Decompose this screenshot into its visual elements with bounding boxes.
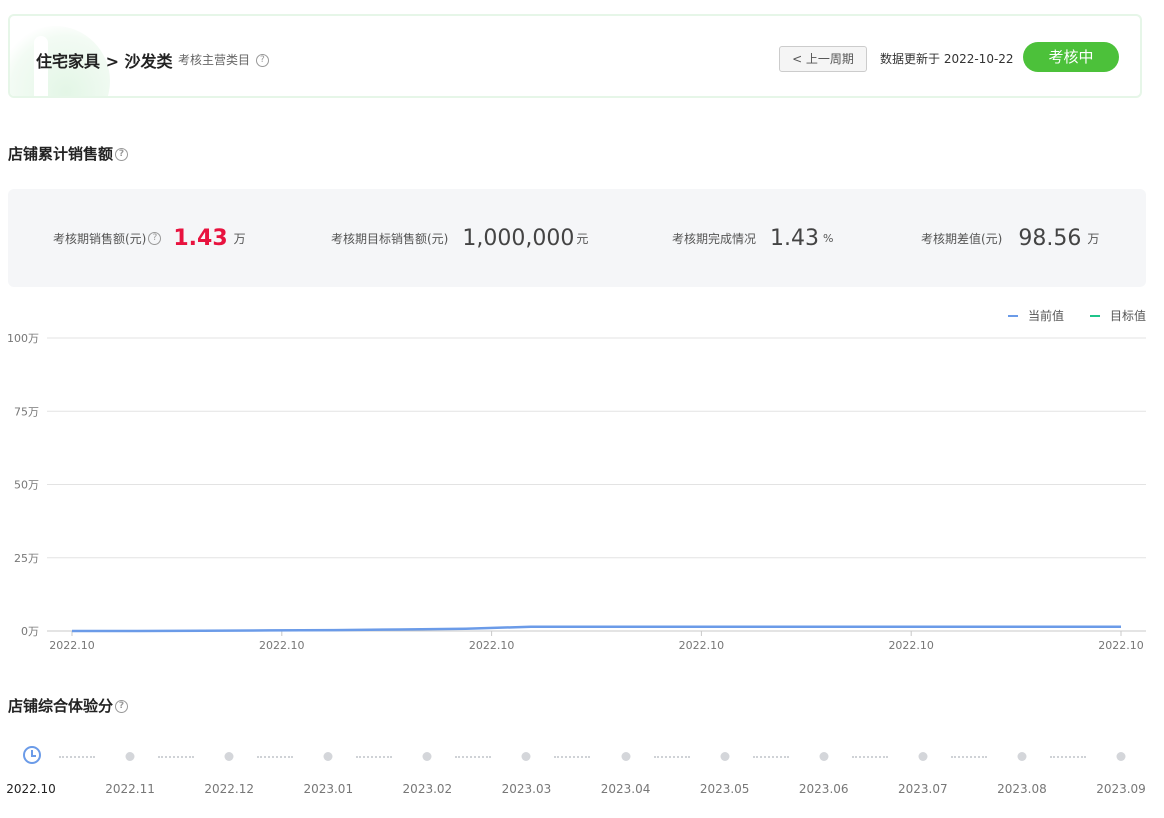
y-tick-label: 25万	[14, 552, 39, 565]
timeline-connector	[158, 756, 195, 758]
y-tick-label: 75万	[14, 405, 39, 418]
stat-label: 考核期差值(元)	[921, 231, 1003, 246]
timeline-dot[interactable]	[224, 752, 234, 761]
timeline-connector	[752, 756, 789, 758]
timeline-label[interactable]: 2023.06	[799, 782, 849, 796]
stat-label: 考核期目标销售额(元)	[331, 231, 449, 246]
score-section-title-text: 店铺综合体验分	[8, 697, 114, 715]
legend-swatch	[1090, 314, 1100, 317]
help-icon[interactable]: ?	[148, 231, 162, 245]
timeline-label[interactable]: 2022.12	[204, 782, 254, 796]
data-updated-text: 数据更新于 2022-10-22	[880, 52, 1014, 66]
stat-target: 考核期目标销售额(元) 1,000,000 元	[331, 189, 588, 287]
y-tick-label: 0万	[21, 625, 39, 638]
header-card: 住宅家具 > 沙发类 考核主营类目 ? < 上一周期 数据更新于 2022-10…	[8, 14, 1142, 98]
clock-icon[interactable]	[23, 746, 41, 764]
category-label-text: 考核主营类目	[178, 53, 251, 67]
stat-unit: 万	[233, 231, 246, 246]
help-icon[interactable]: ?	[255, 54, 269, 67]
timeline-connector	[356, 756, 393, 758]
timeline-label[interactable]: 2023.03	[502, 782, 552, 796]
timeline-label[interactable]: 2022.11	[105, 782, 155, 796]
help-icon[interactable]: ?	[115, 700, 129, 713]
timeline-label[interactable]: 2023.04	[601, 782, 651, 796]
timeline-label[interactable]: 2023.09	[1096, 782, 1146, 796]
stat-unit: %	[823, 231, 834, 245]
stat-label: 考核期销售额(元)	[53, 231, 147, 246]
stat-value: 98.56	[1018, 225, 1082, 251]
x-tick-label: 2022.10	[469, 639, 515, 652]
timeline-connector	[851, 756, 888, 758]
stats-panel: 考核期销售额(元) ? 1.43 万 考核期目标销售额(元) 1,000,000…	[8, 189, 1146, 287]
timeline-label[interactable]: 2023.02	[403, 782, 453, 796]
timeline-dot[interactable]	[521, 752, 531, 761]
timeline-dot[interactable]	[125, 752, 135, 761]
x-tick-label: 2022.10	[259, 639, 305, 652]
legend-swatch	[1008, 314, 1018, 317]
stat-sales: 考核期销售额(元) ? 1.43 万	[53, 189, 246, 287]
timeline-connector	[257, 756, 294, 758]
timeline-dot[interactable]	[720, 752, 730, 761]
score-section-title: 店铺综合体验分?	[8, 695, 129, 716]
sales-line-chart: 0万 25万 50万 75万 100万 2022.10 2022.10 2022.10 2022…	[7, 332, 1146, 652]
help-icon[interactable]: ?	[115, 148, 129, 161]
timeline-dot[interactable]	[819, 752, 829, 761]
y-tick-label: 100万	[7, 332, 39, 345]
x-tick-label: 2022.10	[888, 639, 934, 652]
stat-value: 1.43	[173, 225, 228, 251]
timeline-dot[interactable]	[918, 752, 928, 761]
timeline-dot[interactable]	[1116, 752, 1126, 761]
stat-unit: 元	[576, 231, 589, 246]
x-tick-label: 2022.10	[49, 639, 95, 652]
category-label: 考核主营类目 ?	[178, 51, 269, 68]
timeline-connector	[554, 756, 591, 758]
stat-value: 1.43	[770, 225, 819, 251]
timeline-dot[interactable]	[621, 752, 631, 761]
timeline-connector	[653, 756, 690, 758]
stat-difference: 考核期差值(元) 98.56 万	[921, 189, 1099, 287]
x-tick-label: 2022.10	[679, 639, 725, 652]
stat-unit: 万	[1087, 231, 1100, 246]
timeline-connector	[455, 756, 492, 758]
score-timeline: 2022.10 2022.11 2022.12 2023.01 2023.02 2023.…	[0, 740, 1164, 810]
y-tick-label: 50万	[14, 479, 39, 492]
x-tick-label: 2022.10	[1098, 639, 1144, 652]
timeline-connector	[950, 756, 987, 758]
timeline-label[interactable]: 2023.08	[997, 782, 1047, 796]
sales-section-title: 店铺累计销售额?	[8, 143, 129, 164]
prev-period-button[interactable]: < 上一周期	[779, 46, 867, 72]
timeline-connector	[1049, 756, 1086, 758]
series-line-current[interactable]	[72, 625, 1121, 633]
status-badge[interactable]: 考核中	[1023, 42, 1119, 72]
timeline-label[interactable]: 2023.07	[898, 782, 948, 796]
timeline-label[interactable]: 2022.10	[6, 782, 56, 796]
stat-value: 1,000,000	[462, 225, 575, 251]
stat-label: 考核期完成情况	[672, 231, 757, 246]
category-breadcrumb: 住宅家具 > 沙发类	[36, 52, 173, 71]
sales-section-title-text: 店铺累计销售额	[8, 145, 114, 163]
timeline-dot[interactable]	[422, 752, 432, 761]
timeline-label[interactable]: 2023.01	[303, 782, 353, 796]
timeline-dot[interactable]	[323, 752, 333, 761]
timeline-connector	[59, 756, 95, 758]
timeline-label[interactable]: 2023.05	[700, 782, 750, 796]
stat-completion: 考核期完成情况 1.43 %	[672, 189, 833, 287]
timeline-dot[interactable]	[1017, 752, 1027, 761]
